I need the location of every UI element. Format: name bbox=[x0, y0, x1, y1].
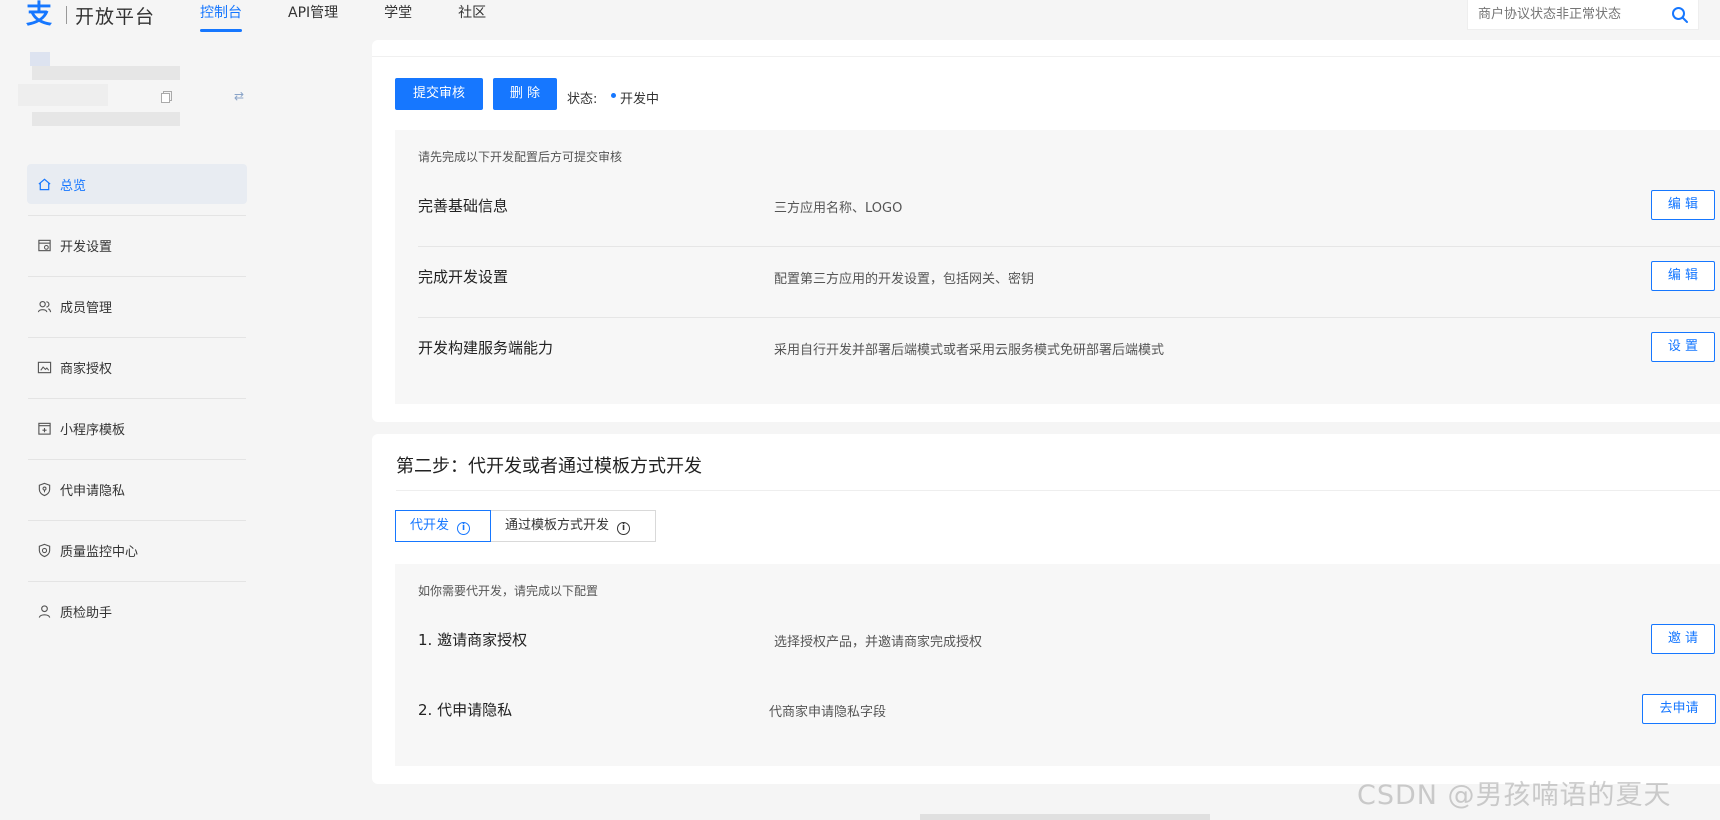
top-bar: 支 开放平台 控制台 API管理 学堂 社区 bbox=[0, 0, 1720, 34]
info-icon[interactable]: i bbox=[457, 522, 471, 535]
logo[interactable]: 支 开放平台 bbox=[26, 0, 155, 30]
invite-merchant-button[interactable]: 邀 请 bbox=[1651, 624, 1715, 654]
sidebar-item-label: 质量监控中心 bbox=[60, 544, 139, 560]
tab-agent-dev[interactable]: 代开发 i bbox=[395, 510, 491, 542]
switch-account-icon[interactable]: ⇄ bbox=[234, 90, 246, 102]
step1-card: 提交审核 删 除 状态: 开发中 请先完成以下开发配置后方可提交审核 完善基础信… bbox=[372, 40, 1720, 422]
edit-basic-info-button[interactable]: 编 辑 bbox=[1651, 190, 1715, 220]
template-icon bbox=[38, 422, 51, 435]
sidebar-item-label: 开发设置 bbox=[60, 239, 113, 255]
status-dot-icon bbox=[611, 93, 616, 98]
search-box bbox=[1467, 0, 1699, 30]
user-icon bbox=[38, 604, 51, 618]
sidebar-item-label: 商家授权 bbox=[60, 361, 113, 377]
search-icon[interactable] bbox=[1670, 5, 1690, 25]
dev-settings-icon bbox=[38, 239, 51, 251]
sidebar-item-privacy[interactable]: 代申请隐私 bbox=[27, 469, 247, 509]
row-title: 完善基础信息 bbox=[418, 197, 509, 215]
sidebar-item-label: 代申请隐私 bbox=[60, 483, 126, 499]
row-desc: 代商家申请隐私字段 bbox=[769, 705, 887, 720]
row-title: 1. 邀请商家授权 bbox=[418, 631, 528, 649]
row-desc: 配置第三方应用的开发设置，包括网关、密钥 bbox=[774, 272, 1035, 287]
quality-monitor-icon bbox=[38, 543, 51, 557]
delete-button[interactable]: 删 除 bbox=[493, 78, 557, 110]
info-icon[interactable]: i bbox=[617, 522, 631, 535]
account-name-blur bbox=[32, 66, 180, 80]
row-divider bbox=[418, 317, 1720, 318]
copy-icon[interactable] bbox=[160, 90, 174, 104]
config-panel: 请先完成以下开发配置后方可提交审核 完善基础信息 三方应用名称、LOGO 编 辑… bbox=[395, 130, 1720, 404]
sidebar-item-template[interactable]: 小程序模板 bbox=[27, 408, 247, 448]
sidebar-divider bbox=[28, 459, 246, 460]
row-divider bbox=[418, 246, 1720, 247]
sidebar-divider bbox=[28, 215, 246, 216]
row-desc: 三方应用名称、LOGO bbox=[774, 201, 903, 216]
card-top-divider bbox=[372, 56, 1720, 57]
sidebar-item-members[interactable]: 成员管理 bbox=[27, 286, 247, 326]
status-value: 开发中 bbox=[620, 92, 660, 107]
sidebar-divider bbox=[28, 337, 246, 338]
logo-divider bbox=[66, 6, 67, 24]
agent-dev-panel: 如你需要代开发，请完成以下配置 1. 邀请商家授权 选择授权产品，并邀请商家完成… bbox=[395, 564, 1720, 766]
panel-tip: 请先完成以下开发配置后方可提交审核 bbox=[418, 150, 623, 164]
sidebar-item-quality-monitor[interactable]: 质量监控中心 bbox=[27, 530, 247, 570]
watermark: CSDN @男孩喃语的夏天 bbox=[1357, 780, 1672, 811]
account-id-blur bbox=[18, 84, 108, 106]
members-icon bbox=[37, 300, 52, 312]
edit-dev-settings-button[interactable]: 编 辑 bbox=[1651, 261, 1715, 291]
row-title: 开发构建服务端能力 bbox=[418, 339, 554, 357]
main-nav: 控制台 API管理 学堂 社区 bbox=[200, 0, 532, 32]
sidebar-item-label: 质检助手 bbox=[60, 605, 113, 621]
footer-text-blur bbox=[920, 814, 1210, 820]
step2-title: 第二步：代开发或者通过模板方式开发 bbox=[396, 456, 702, 477]
step2-divider bbox=[396, 490, 1720, 491]
nav-item-community[interactable]: 社区 bbox=[458, 0, 486, 32]
row-title: 2. 代申请隐私 bbox=[418, 701, 513, 719]
setup-server-button[interactable]: 设 置 bbox=[1651, 332, 1715, 362]
tab-label: 代开发 bbox=[410, 518, 450, 533]
sidebar-divider bbox=[28, 398, 246, 399]
sidebar-item-label: 总览 bbox=[60, 178, 87, 194]
tab-template-dev[interactable]: 通过模板方式开发 i bbox=[490, 510, 656, 542]
submit-review-button[interactable]: 提交审核 bbox=[395, 78, 483, 110]
sidebar-item-overview[interactable]: 总览 bbox=[27, 164, 247, 204]
tab-label: 通过模板方式开发 bbox=[505, 518, 610, 533]
panel-tip: 如你需要代开发，请完成以下配置 bbox=[418, 584, 599, 598]
account-avatar-blur bbox=[30, 52, 50, 66]
row-title: 完成开发设置 bbox=[418, 268, 509, 286]
logo-text: 开放平台 bbox=[75, 5, 156, 28]
privacy-shield-icon bbox=[38, 482, 51, 496]
sidebar-item-dev-settings[interactable]: 开发设置 bbox=[27, 225, 247, 265]
row-desc: 采用自行开发并部署后端模式或者采用云服务模式免研部署后端模式 bbox=[774, 343, 1165, 358]
apply-privacy-button[interactable]: 去申请 bbox=[1642, 694, 1716, 724]
alipay-logo-icon: 支 bbox=[26, 0, 53, 30]
sidebar-divider bbox=[28, 520, 246, 521]
home-icon bbox=[38, 178, 51, 190]
sidebar-item-label: 小程序模板 bbox=[60, 422, 126, 438]
account-role-blur bbox=[32, 112, 180, 126]
merchant-auth-icon bbox=[37, 361, 52, 373]
row-desc: 选择授权产品，并邀请商家完成授权 bbox=[774, 635, 983, 650]
search-input[interactable] bbox=[1468, 0, 1658, 28]
step2-card: 第二步：代开发或者通过模板方式开发 代开发 i 通过模板方式开发 i 如你需要代开发… bbox=[372, 434, 1720, 784]
status-label: 状态: bbox=[567, 92, 598, 107]
account-info bbox=[18, 50, 248, 140]
sidebar-divider bbox=[28, 276, 246, 277]
nav-item-console[interactable]: 控制台 bbox=[200, 0, 242, 32]
nav-item-api[interactable]: API管理 bbox=[288, 0, 338, 32]
sidebar-divider bbox=[28, 581, 246, 582]
sidebar-item-merchant-auth[interactable]: 商家授权 bbox=[27, 347, 247, 387]
sidebar-item-qa-assistant[interactable]: 质检助手 bbox=[27, 591, 247, 631]
nav-item-academy[interactable]: 学堂 bbox=[384, 0, 412, 32]
sidebar-item-label: 成员管理 bbox=[60, 300, 113, 316]
